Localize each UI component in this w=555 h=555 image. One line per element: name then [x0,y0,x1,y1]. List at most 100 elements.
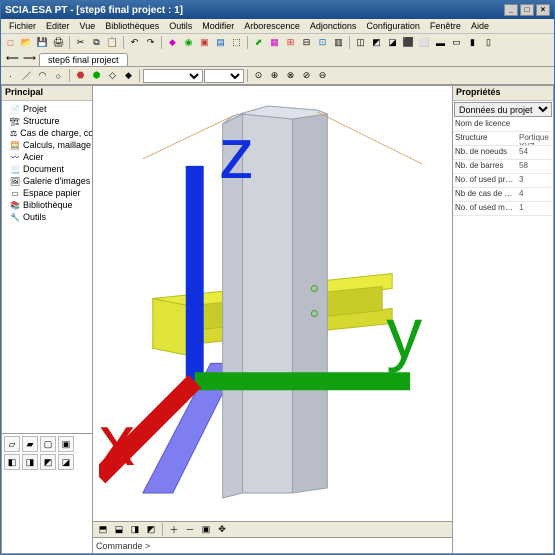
menu-configuration[interactable]: Configuration [361,20,425,32]
cut-icon[interactable]: ✂ [73,35,88,50]
maximize-button[interactable]: □ [520,4,534,16]
print-icon[interactable]: 🖨 [51,35,66,50]
tool-j-icon[interactable]: ⊡ [315,35,330,50]
tree-item-galerie[interactable]: 🖼Galerie d'images [4,175,90,187]
tool-k-icon[interactable]: ▥ [331,35,346,50]
tool-g-icon[interactable]: ▦ [267,35,282,50]
tb4-icon[interactable]: ▣ [58,436,74,452]
zoom-out-icon[interactable]: － [183,523,197,537]
menu-arborescence[interactable]: Arborescence [239,20,305,32]
tool-l-icon[interactable]: ◫ [353,35,368,50]
scale-combo[interactable] [204,69,244,83]
tree-item-document[interactable]: 📃Document [4,163,90,175]
svg-text:y: y [386,293,422,373]
menu-bibliotheques[interactable]: Bibliothèques [100,20,164,32]
prop-row[interactable]: Nb. de barres58 [453,160,553,174]
tool-f-icon[interactable]: ⬈ [251,35,266,50]
draw-arc-icon[interactable]: ◠ [35,68,50,83]
tb1-icon[interactable]: ▱ [4,436,20,452]
menu-adjonctions[interactable]: Adjonctions [305,20,362,32]
tool-b-icon[interactable]: ◉ [181,35,196,50]
view-top-icon[interactable]: ⬒ [96,523,110,537]
tool-d-icon[interactable]: ▤ [213,35,228,50]
sel-d-icon[interactable]: ◆ [121,68,136,83]
tool-c-icon[interactable]: ▣ [197,35,212,50]
zoom-in-icon[interactable]: ＋ [167,523,181,537]
tool-i-icon[interactable]: ⊟ [299,35,314,50]
prop-label: Nb. de barres [453,160,517,173]
tool-q-icon[interactable]: ▬ [433,35,448,50]
tb5-icon[interactable]: ◧ [4,454,20,470]
tree-item-projet[interactable]: 📄Projet [4,103,90,115]
menu-fichier[interactable]: Fichier [4,20,41,32]
prop-row[interactable]: Nom de licence [453,118,553,132]
tool-s-icon[interactable]: ▮ [465,35,480,50]
menu-fenetre[interactable]: Fenêtre [425,20,466,32]
view-front-icon[interactable]: ⬓ [112,523,126,537]
tb8-icon[interactable]: ◪ [58,454,74,470]
menu-editer[interactable]: Editer [41,20,75,32]
tool-p-icon[interactable]: ⬜ [417,35,432,50]
layer-combo[interactable] [143,69,203,83]
snap-d-icon[interactable]: ⊘ [299,68,314,83]
snap-a-icon[interactable]: ⊙ [251,68,266,83]
tool-m-icon[interactable]: ◩ [369,35,384,50]
prop-row[interactable]: StructurePortique XYZ [453,132,553,146]
draw-point-icon[interactable]: · [3,68,18,83]
redo-icon[interactable]: ↷ [143,35,158,50]
tree-item-acier[interactable]: 〰Acier [4,151,90,163]
nav-prev-icon[interactable]: ⟵ [5,51,20,66]
view-iso-icon[interactable]: ◩ [144,523,158,537]
tool-r-icon[interactable]: ▭ [449,35,464,50]
menu-aide[interactable]: Aide [466,20,494,32]
view-side-icon[interactable]: ◨ [128,523,142,537]
menu-vue[interactable]: Vue [75,20,101,32]
pan-icon[interactable]: ✥ [215,523,229,537]
prop-row[interactable]: No. of used profi…3 [453,174,553,188]
tool-t-icon[interactable]: ▯ [481,35,496,50]
tree-item-bibliotheque[interactable]: 📚Bibliothèque [4,199,90,211]
document-tab[interactable]: step6 final project [39,53,128,66]
sel-a-icon[interactable]: ⬣ [73,68,88,83]
tree-item-outils[interactable]: 🔧Outils [4,211,90,223]
snap-b-icon[interactable]: ⊕ [267,68,282,83]
snap-c-icon[interactable]: ⊗ [283,68,298,83]
tb7-icon[interactable]: ◩ [40,454,56,470]
command-input[interactable] [153,540,449,552]
draw-circle-icon[interactable]: ○ [51,68,66,83]
nav-next-icon[interactable]: ⟶ [22,51,37,66]
tree-item-espace-papier[interactable]: ▭Espace papier [4,187,90,199]
properties-dropdown[interactable]: Données du projet (1) [454,102,552,117]
viewport-3d[interactable]: z y x [93,86,452,521]
prop-row[interactable]: Nb. de noeuds54 [453,146,553,160]
tb3-icon[interactable]: ▢ [40,436,56,452]
tree-label: Cas de charge, combinais [20,128,92,138]
tool-h-icon[interactable]: ⊞ [283,35,298,50]
undo-icon[interactable]: ↶ [127,35,142,50]
sel-c-icon[interactable]: ◇ [105,68,120,83]
tool-n-icon[interactable]: ◪ [385,35,400,50]
zoom-fit-icon[interactable]: ▣ [199,523,213,537]
close-button[interactable]: × [536,4,550,16]
tree-item-calculs[interactable]: 🧮Calculs, maillage [4,139,90,151]
tree-item-charges[interactable]: ⚖Cas de charge, combinais [4,127,90,139]
minimize-button[interactable]: _ [504,4,518,16]
draw-line-icon[interactable]: ／ [19,68,34,83]
tool-o-icon[interactable]: ⬛ [401,35,416,50]
tool-a-icon[interactable]: ◆ [165,35,180,50]
menu-outils[interactable]: Outils [164,20,197,32]
tool-e-icon[interactable]: ⬚ [229,35,244,50]
sel-b-icon[interactable]: ⬢ [89,68,104,83]
tb6-icon[interactable]: ◨ [22,454,38,470]
snap-e-icon[interactable]: ⊖ [315,68,330,83]
prop-row[interactable]: Nb de cas de c…4 [453,188,553,202]
menu-modifier[interactable]: Modifier [197,20,239,32]
copy-icon[interactable]: ⧉ [89,35,104,50]
new-icon[interactable]: □ [3,35,18,50]
open-icon[interactable]: 📂 [19,35,34,50]
tree-item-structure[interactable]: 🏗Structure [4,115,90,127]
prop-row[interactable]: No. of used mat…1 [453,202,553,216]
paste-icon[interactable]: 📋 [105,35,120,50]
tb2-icon[interactable]: ▰ [22,436,38,452]
save-icon[interactable]: 💾 [35,35,50,50]
